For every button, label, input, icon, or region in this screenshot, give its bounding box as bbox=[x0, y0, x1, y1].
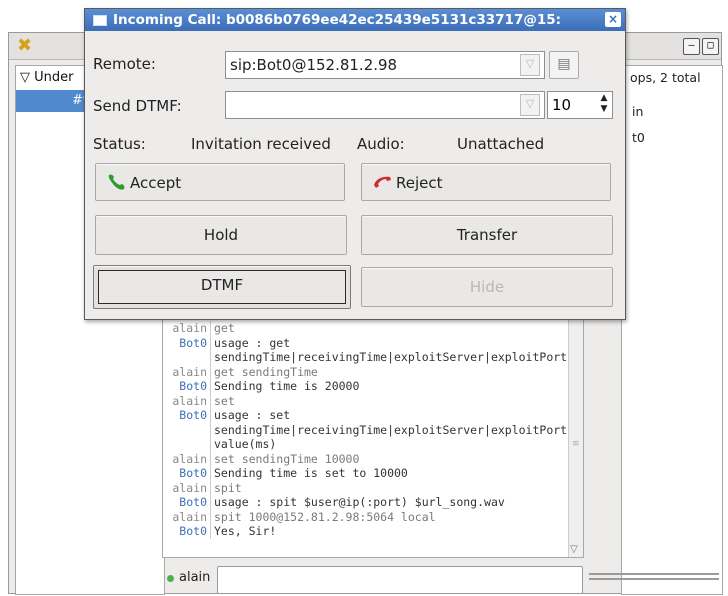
audio-value: Unattached bbox=[457, 135, 545, 153]
phone-accept-icon bbox=[108, 174, 125, 190]
chat-line: Bot0 Sending time is 20000 bbox=[167, 379, 557, 394]
tree-root[interactable]: ▽ Under bbox=[20, 70, 74, 85]
accept-button[interactable]: Accept bbox=[95, 163, 345, 201]
focus-ring: DTMF bbox=[98, 270, 346, 304]
chat-message-text: usage : spit $user@ip(:port) $url_song.w… bbox=[214, 495, 505, 509]
chat-nick[interactable]: Bot0 bbox=[167, 524, 211, 539]
reject-label: Reject bbox=[396, 174, 443, 192]
user-list-item[interactable]: t0 bbox=[632, 130, 645, 145]
chat-line: alain spit bbox=[167, 480, 557, 495]
chat-nick[interactable]: Bot0 bbox=[167, 335, 211, 365]
chat-message-text: set bbox=[214, 393, 235, 408]
message-input-row: alain bbox=[159, 566, 589, 594]
chat-line: Bot0 usage : set sendingTime|receivingTim… bbox=[167, 408, 567, 452]
spin-down-icon[interactable]: ▼ bbox=[597, 104, 611, 115]
chat-message-text: get bbox=[214, 321, 235, 335]
dtmf-duration-value[interactable]: 10 bbox=[552, 96, 571, 114]
user-list[interactable]: ops, 2 total in t0 bbox=[621, 65, 723, 595]
chat-nick[interactable]: alain bbox=[167, 364, 211, 379]
chat-nick[interactable]: alain bbox=[167, 321, 211, 336]
hide-label: Hide bbox=[469, 278, 505, 296]
chat-nick[interactable]: alain bbox=[167, 393, 211, 408]
scroll-down-icon[interactable]: ▽ bbox=[570, 544, 578, 555]
dtmf-combo[interactable]: ▽ bbox=[225, 91, 545, 119]
chat-nick[interactable]: alain bbox=[167, 480, 211, 495]
tree-root-label: Under bbox=[34, 70, 74, 85]
dropdown-arrow-icon[interactable]: ▽ bbox=[520, 94, 540, 116]
app-icon: ✖ bbox=[17, 35, 33, 56]
chat-nick[interactable]: Bot0 bbox=[167, 379, 211, 394]
chat-line: alain get sendingTime bbox=[167, 364, 557, 379]
chat-line: alain set bbox=[167, 393, 557, 408]
reject-button[interactable]: Reject bbox=[361, 163, 611, 201]
hold-label: Hold bbox=[203, 226, 239, 244]
address-book-icon: ▤ bbox=[557, 56, 571, 72]
dtmf-duration-spinner[interactable]: 10 ▲ ▼ bbox=[547, 91, 613, 119]
spin-up-icon[interactable]: ▲ bbox=[597, 93, 611, 104]
dtmf-button[interactable]: DTMF bbox=[93, 265, 351, 309]
accept-label: Accept bbox=[130, 174, 182, 192]
user-list-header: ops, 2 total bbox=[630, 70, 701, 85]
chat-message-text: get sendingTime bbox=[214, 364, 318, 379]
presence-icon bbox=[167, 575, 174, 582]
chat-message-text: spit bbox=[214, 480, 242, 495]
message-input[interactable] bbox=[217, 566, 583, 594]
scroll-grip-icon[interactable]: ≡ bbox=[572, 439, 580, 449]
remote-combo[interactable]: sip:Bot0@152.81.2.98 ▽ bbox=[225, 51, 545, 79]
close-button[interactable]: × bbox=[605, 12, 621, 27]
nick-label[interactable]: alain bbox=[179, 570, 210, 585]
chat-nick[interactable]: Bot0 bbox=[167, 466, 211, 481]
expand-arrow-icon[interactable]: ▽ bbox=[20, 70, 30, 85]
chat-line: alain get bbox=[167, 321, 557, 336]
pane-divider[interactable] bbox=[589, 573, 719, 583]
chat-nick[interactable]: Bot0 bbox=[167, 408, 211, 452]
chat-message-text: usage : get sendingTime|receivingTime|ex… bbox=[214, 335, 568, 365]
status-label: Status: bbox=[93, 135, 146, 153]
chat-line: alain spit 1000@152.81.2.98:5064 local bbox=[167, 509, 557, 524]
chat-lines: alain get Bot0 usage : get sendingTime|rece… bbox=[167, 321, 567, 539]
chat-nick[interactable]: alain bbox=[167, 451, 211, 466]
minimize-button[interactable]: – bbox=[683, 38, 700, 55]
chat-nick[interactable]: alain bbox=[167, 509, 211, 524]
chat-message-text: Sending time is set to 10000 bbox=[214, 466, 408, 480]
chat-line: Bot0 usage : spit $user@ip(:port) $url_so… bbox=[167, 495, 557, 510]
chat-message-text: usage : set sendingTime|receivingTime|ex… bbox=[214, 408, 568, 451]
transfer-label: Transfer bbox=[456, 226, 518, 244]
chat-message-text: Sending time is 20000 bbox=[214, 379, 360, 393]
hold-button[interactable]: Hold bbox=[95, 215, 347, 255]
incoming-call-dialog: Incoming Call: b0086b0769ee42ec25439e513… bbox=[84, 8, 626, 320]
chat-line: alain set sendingTime 10000 bbox=[167, 451, 557, 466]
dialog-title: Incoming Call: b0086b0769ee42ec25439e513… bbox=[113, 12, 562, 28]
chat-line: Bot0 Yes, Sir! bbox=[167, 524, 557, 539]
user-list-item[interactable]: in bbox=[632, 104, 643, 119]
chat-scrollbar[interactable]: ≡ ▽ bbox=[568, 289, 583, 557]
chat-nick[interactable]: Bot0 bbox=[167, 495, 211, 510]
dtmf-label: Send DTMF: bbox=[93, 97, 182, 115]
remote-label: Remote: bbox=[93, 55, 156, 73]
address-book-button[interactable]: ▤ bbox=[549, 51, 579, 79]
chat-log[interactable]: alain get Bot0 usage : get sendingTime|rece… bbox=[162, 288, 584, 558]
maximize-button[interactable]: □ bbox=[702, 38, 719, 55]
dropdown-arrow-icon[interactable]: ▽ bbox=[520, 54, 540, 76]
chat-message-text: set sendingTime 10000 bbox=[214, 451, 360, 466]
dtmf-button-label: DTMF bbox=[200, 276, 244, 294]
dialog-titlebar[interactable]: Incoming Call: b0086b0769ee42ec25439e513… bbox=[85, 9, 625, 31]
window-icon bbox=[93, 15, 107, 26]
remote-value[interactable]: sip:Bot0@152.81.2.98 bbox=[230, 56, 397, 74]
audio-label: Audio: bbox=[357, 135, 405, 153]
transfer-button[interactable]: Transfer bbox=[361, 215, 613, 255]
chat-line: Bot0 usage : get sendingTime|receivingTim… bbox=[167, 335, 567, 365]
hide-button[interactable]: Hide bbox=[361, 267, 613, 307]
phone-reject-icon bbox=[374, 176, 391, 188]
status-value: Invitation received bbox=[191, 135, 331, 153]
chat-message-text: Yes, Sir! bbox=[214, 524, 277, 538]
chat-line: Bot0 Sending time is set to 10000 bbox=[167, 466, 557, 481]
chat-message-text: spit 1000@152.81.2.98:5064 local bbox=[214, 509, 436, 524]
